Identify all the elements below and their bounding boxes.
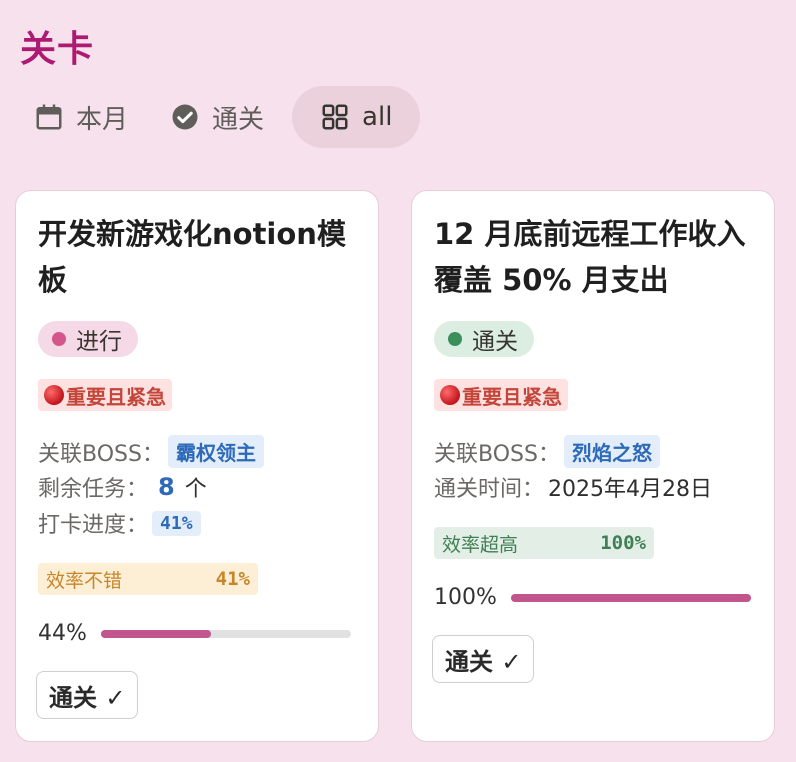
tab-label: 本月 [76, 104, 129, 135]
priority-badge: 重要且紧急 [38, 379, 172, 411]
priority-label: 重要且紧急 [66, 384, 166, 409]
view-tabs: 本月 通关 all [20, 86, 421, 148]
efficiency-label: 效率不错 [46, 569, 123, 592]
clear-time-row: 通关时间： 2025年4月28日 [434, 471, 712, 503]
calendar-icon [36, 104, 62, 130]
boss-row: 关联BOSS： 霸权领主 [38, 435, 264, 468]
status-badge: 进行 [38, 321, 138, 357]
boss-label: 关联BOSS： [434, 441, 560, 467]
progress-bar [510, 593, 751, 602]
card-title[interactable]: 12 月底前远程工作收入覆盖 50% 月支出 [434, 211, 750, 303]
remaining-row: 剩余任务： 8 个 [38, 471, 207, 503]
tab-all[interactable]: all [292, 86, 421, 148]
status-label: 通关 [472, 329, 518, 355]
efficiency-value: 41% [215, 568, 250, 590]
tab-this-month[interactable]: 本月 [20, 86, 142, 148]
progress-bar [100, 629, 351, 638]
page-title: 关卡 [20, 29, 95, 70]
efficiency-value: 100% [600, 532, 646, 554]
priority-badge: 重要且紧急 [434, 379, 568, 411]
tab-label: all [362, 102, 393, 132]
clear-time-value: 2025年4月28日 [548, 477, 712, 502]
progress-row: 44% [38, 621, 351, 646]
clear-button[interactable]: 通关 ✓ [432, 635, 535, 683]
status-dot [448, 332, 462, 346]
status-badge: 通关 [434, 321, 534, 357]
remaining-unit: 个 [184, 477, 207, 502]
checkin-row: 打卡进度： 41% [38, 507, 201, 539]
clear-time-label: 通关时间： [434, 477, 545, 502]
efficiency-badge: 效率超高 100% [434, 527, 654, 559]
grid-icon [322, 104, 348, 130]
checkin-label: 打卡进度： [38, 513, 149, 538]
check-circle-icon [172, 104, 198, 130]
tab-cleared[interactable]: 通关 [156, 86, 278, 148]
progress-text: 44% [38, 621, 87, 646]
progress-fill [100, 629, 211, 638]
status-label: 进行 [76, 329, 122, 355]
card-title[interactable]: 开发新游戏化notion模板 [38, 211, 354, 303]
clear-button[interactable]: 通关 ✓ [36, 671, 139, 719]
boss-chip[interactable]: 霸权领主 [167, 435, 264, 468]
progress-fill [510, 593, 751, 602]
efficiency-label: 效率超高 [442, 533, 519, 556]
boss-chip[interactable]: 烈焰之怒 [563, 435, 660, 468]
priority-label: 重要且紧急 [462, 384, 562, 409]
efficiency-badge: 效率不错 41% [38, 563, 258, 595]
remaining-label: 剩余任务： [38, 477, 149, 502]
level-card[interactable]: 12 月底前远程工作收入覆盖 50% 月支出 通关 重要且紧急 关联BOSS： … [411, 190, 775, 742]
boss-label: 关联BOSS： [38, 441, 164, 467]
status-dot [52, 332, 66, 346]
boss-row: 关联BOSS： 烈焰之怒 [434, 435, 660, 468]
remaining-count: 8 [158, 473, 175, 501]
red-circle-icon [44, 385, 64, 405]
progress-row: 100% [434, 585, 751, 610]
red-circle-icon [440, 385, 460, 405]
level-card[interactable]: 开发新游戏化notion模板 进行 重要且紧急 关联BOSS： 霸权领主 剩余任… [15, 190, 379, 742]
progress-text: 100% [434, 585, 497, 610]
checkin-chip: 41% [152, 510, 201, 536]
tab-label: 通关 [212, 104, 265, 135]
